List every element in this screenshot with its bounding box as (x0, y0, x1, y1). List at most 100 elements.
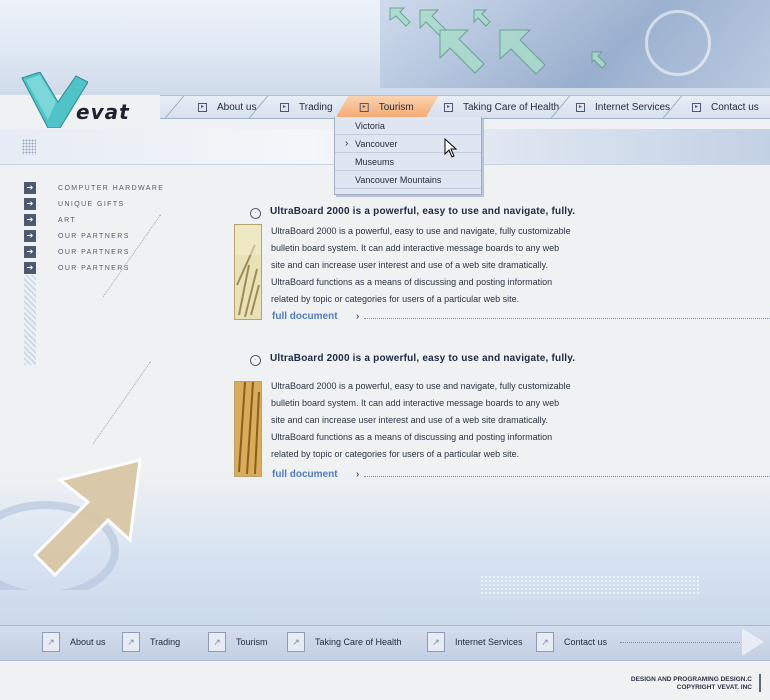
decorative-ring (645, 10, 711, 76)
clock-icon: · (250, 208, 261, 219)
article-line: site and can increase user interest and … (271, 415, 548, 425)
sidebar-item-unique-gifts[interactable]: ➔ Unique Gifts (24, 196, 184, 212)
dotted-rule (356, 311, 770, 322)
footer-label: Trading (150, 637, 181, 647)
nav-bullet-icon: ▸ (280, 102, 289, 112)
footer-label: Taking Care of Health (315, 637, 402, 647)
footer-arrow-icon: ↗ (208, 632, 226, 652)
article-line: bulletin board system. It can add intera… (271, 243, 560, 253)
article-thumbnail (234, 224, 262, 320)
article-line: UltraBoard 2000 is a powerful, easy to u… (271, 226, 571, 236)
footer-item-taking-care-of-health[interactable]: ↗ Taking Care of Health (287, 631, 402, 653)
footer-label: Tourism (236, 637, 268, 647)
article-body: UltraBoard 2000 is a powerful, easy to u… (271, 223, 631, 308)
sidebar-item-label: Art (58, 216, 77, 224)
footer-item-internet-services[interactable]: ↗ Internet Services (427, 631, 523, 653)
footer-arrow-icon: ↗ (427, 632, 445, 652)
article-body: UltraBoard 2000 is a powerful, easy to u… (271, 378, 631, 463)
article-thumbnail (234, 381, 262, 477)
logo-text: evat (76, 100, 130, 124)
arrow-right-icon: ➔ (24, 246, 36, 258)
nav-item-about-us[interactable]: ▸ About us (198, 96, 288, 118)
arrow-right-icon: ➔ (24, 182, 36, 194)
dotted-pattern (480, 575, 700, 595)
footer-item-tourism[interactable]: ↗ Tourism (208, 631, 268, 653)
nav-label: Contact us (711, 101, 759, 113)
sidebar-item-computer-hardware[interactable]: ➔ Computer Hardware (24, 180, 184, 196)
site-logo[interactable]: evat (18, 72, 148, 128)
article-title: UltraBoard 2000 is a powerful, easy to u… (270, 206, 576, 217)
footer-arrow-icon: ↗ (122, 632, 140, 652)
footer-item-trading[interactable]: ↗ Trading (122, 631, 180, 653)
link-label: full document (272, 311, 338, 322)
sidebar-item-label: Our Partners (58, 264, 130, 272)
full-document-link[interactable]: full document (272, 469, 770, 480)
dropdown-item-victoria[interactable]: Victoria (335, 117, 481, 135)
footer-arrow-icon: ↗ (42, 632, 60, 652)
dotted-pattern (22, 139, 36, 155)
sidebar-item-label: Computer Hardware (58, 184, 165, 192)
nav-bullet-icon: ▸ (444, 102, 453, 112)
link-label: full document (272, 469, 338, 480)
nav-label: Internet Services (595, 101, 671, 113)
footer-arrow-icon: ↗ (287, 632, 305, 652)
clock-icon: · (250, 355, 261, 366)
footer-triangle-icon (742, 628, 764, 656)
sidebar-item-label: Our Partners (58, 248, 130, 256)
nav-item-tourism-inner: ▸ Tourism (360, 102, 414, 113)
nav-label: About us (217, 101, 257, 113)
dotted-rule (356, 469, 770, 480)
article-line: site and can increase user interest and … (271, 260, 548, 270)
nav-item-contact-us[interactable]: ▸ Contact us (692, 96, 770, 118)
arrow-right-icon: ➔ (24, 262, 36, 274)
dropdown-item-vancouver-mountains[interactable]: Vancouver Mountains (335, 171, 481, 189)
large-arrow-icon (0, 458, 142, 590)
article-line: related by topic or categories for users… (271, 294, 520, 304)
article-line: UltraBoard 2000 is a powerful, easy to u… (271, 381, 571, 391)
full-document-link[interactable]: full document (272, 311, 770, 322)
sidebar-item-our-partners[interactable]: ➔ Our Partners (24, 244, 184, 260)
sidebar-item-our-partners[interactable]: ➔ Our Partners (24, 228, 184, 244)
dropdown-item-vancouver[interactable]: Vancouver (335, 135, 481, 153)
nav-label: Tourism (379, 101, 415, 113)
copyright-line: COPYRIGHT VEVAT. INC (676, 684, 752, 691)
article-line: bulletin board system. It can add intera… (271, 398, 560, 408)
nav-separator (164, 96, 185, 118)
footer-label: About us (70, 637, 106, 647)
nav-bullet-icon: ▸ (692, 102, 701, 112)
nav-item-tourism[interactable]: ▸ Tourism (335, 96, 439, 118)
dropdown-item-museums[interactable]: Museums (335, 153, 481, 171)
sidebar-item-our-partners[interactable]: ➔ Our Partners (24, 260, 184, 276)
footer-item-contact-us[interactable]: ↗ Contact us (536, 631, 607, 653)
nav-label: Taking Care of Health (463, 101, 560, 113)
article-line: UltraBoard functions as a means of discu… (271, 432, 553, 442)
nav-bullet-icon: ▸ (198, 102, 207, 112)
design-credit: DESIGN AND PROGRAMING DESIGN.C (630, 676, 752, 683)
main-navigation: ▸ About us ▸ Trading ▸ Tourism ▸ Taking … (160, 95, 770, 119)
footer-label: Internet Services (455, 637, 523, 647)
sidebar-item-label: Unique Gifts (58, 200, 125, 208)
nav-bullet-icon: ▸ (360, 102, 369, 112)
nav-bullet-icon: ▸ (576, 102, 585, 112)
article-line: related by topic or categories for users… (271, 449, 520, 459)
article-title: UltraBoard 2000 is a powerful, easy to u… (270, 353, 576, 364)
sidebar-rail (24, 275, 36, 365)
nav-item-internet-services[interactable]: ▸ Internet Services (576, 96, 686, 118)
arrow-right-icon: ➔ (24, 214, 36, 226)
tourism-dropdown-menu: Victoria Vancouver Museums Vancouver Mou… (334, 117, 482, 195)
mouse-cursor-icon (444, 138, 458, 158)
article-line: UltraBoard functions as a means of discu… (271, 277, 553, 287)
arrow-right-icon: ➔ (24, 198, 36, 210)
sidebar-menu: ➔ Computer Hardware ➔ Unique Gifts ➔ Art… (24, 180, 184, 276)
footer-item-about-us[interactable]: ↗ About us (42, 631, 106, 653)
dotted-rule (620, 642, 740, 643)
copyright-text: DESIGN AND PROGRAMING DESIGN.C COPYRIGHT… (631, 676, 752, 692)
decorative-leader-line (92, 361, 152, 445)
decorative-arrows-icon (389, 7, 607, 75)
footer-label: Contact us (564, 637, 608, 647)
nav-label: Trading (299, 101, 333, 113)
sidebar-item-label: Our Partners (58, 232, 130, 240)
copyright-bar (759, 674, 761, 692)
footer-arrow-icon: ↗ (536, 632, 554, 652)
arrow-right-icon: ➔ (24, 230, 36, 242)
